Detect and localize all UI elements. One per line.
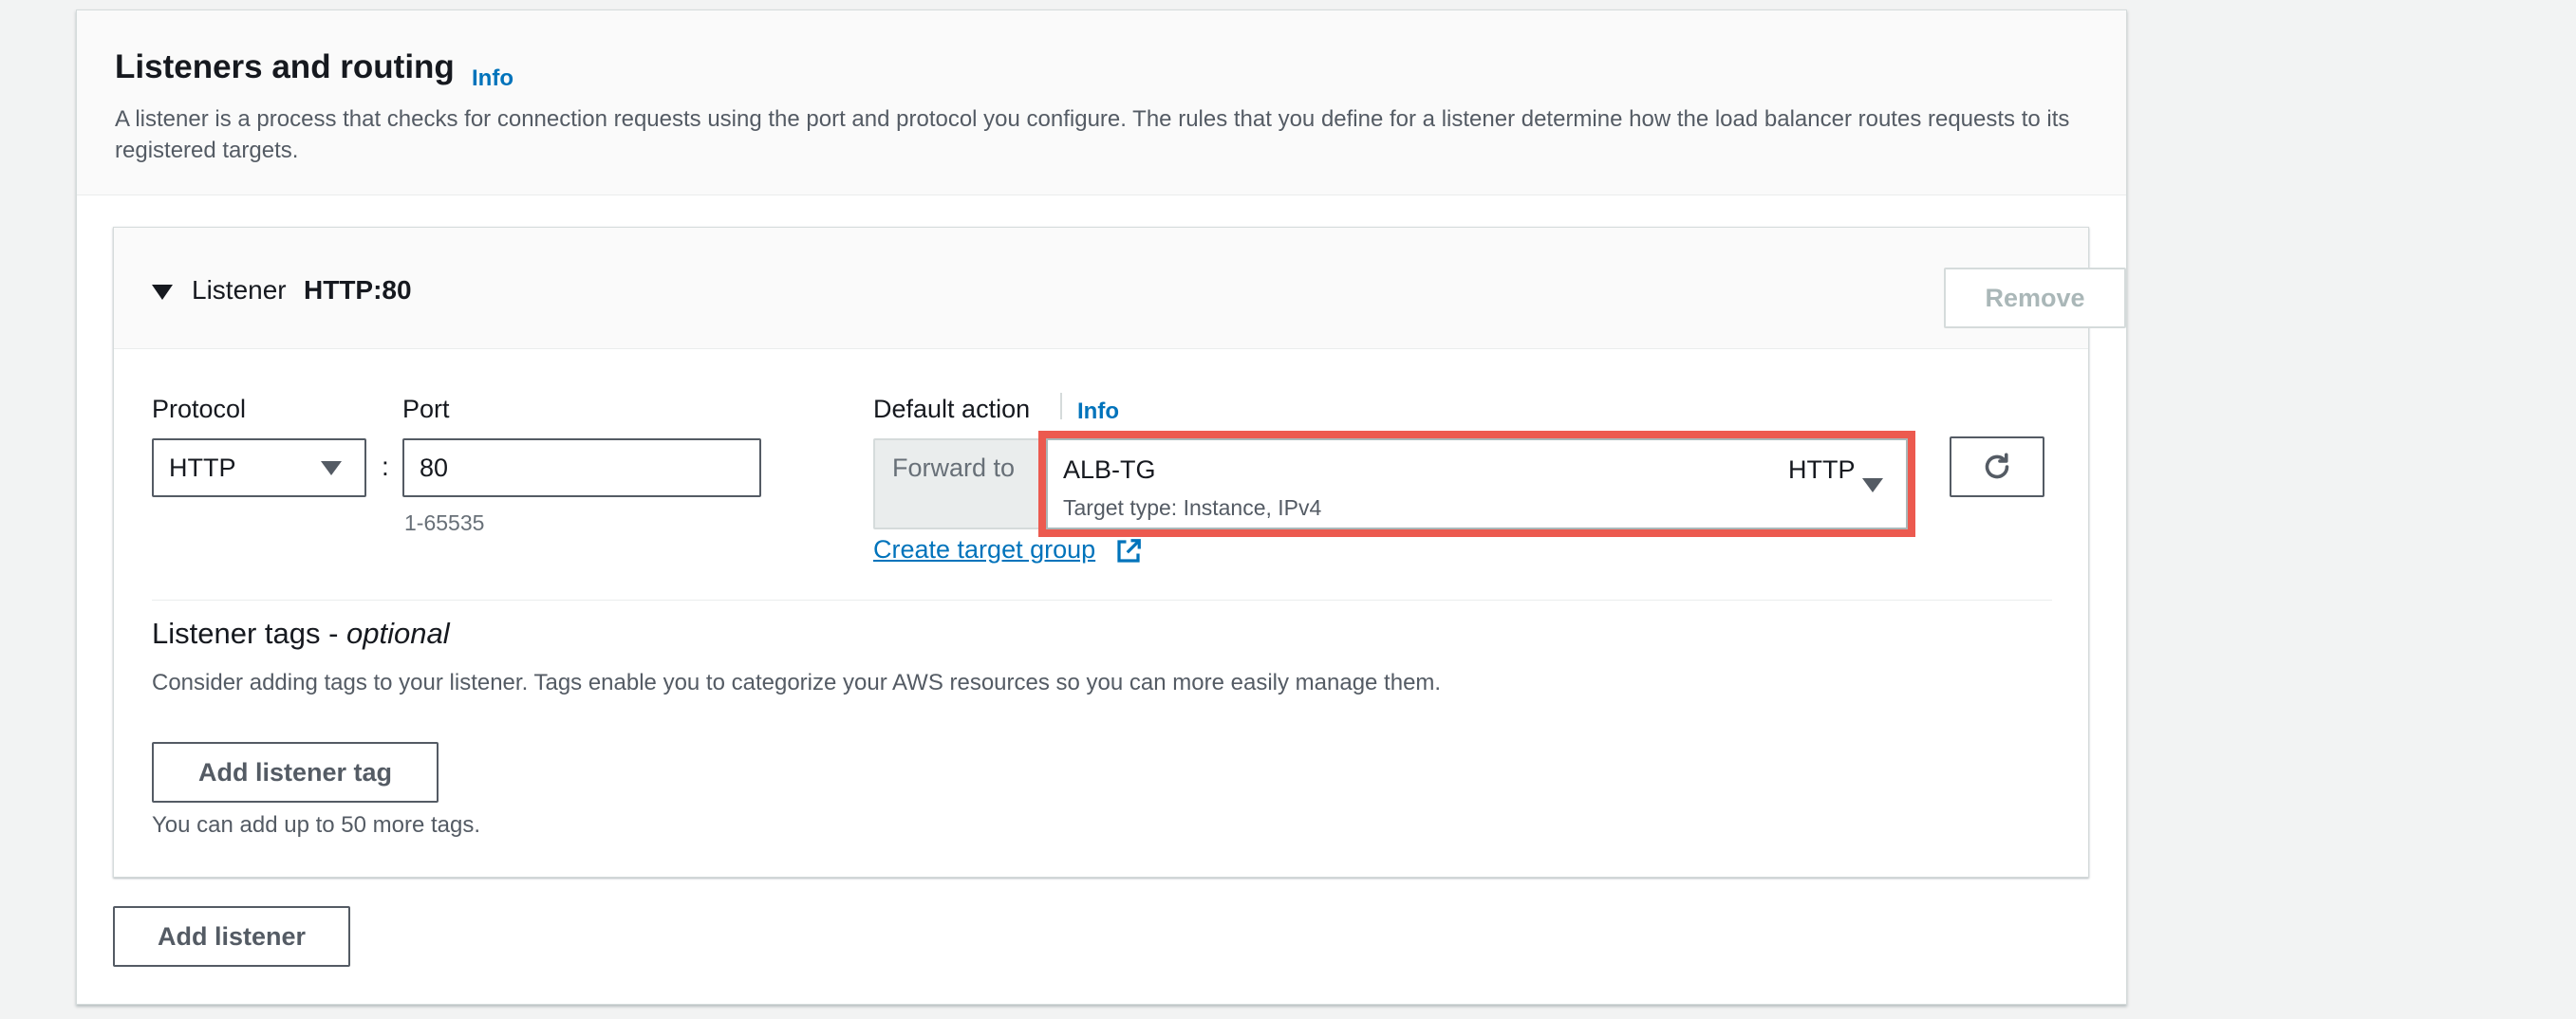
listener-section-divider (152, 600, 2052, 601)
dropdown-triangle-icon (321, 461, 342, 475)
listener-tags-title-text: Listener tags - (152, 617, 347, 650)
listener-tags-title: Listener tags - optional (152, 617, 450, 651)
remove-listener-button[interactable]: Remove (1944, 268, 2126, 328)
panel-header: Listeners and routing Info A listener is… (77, 10, 2126, 195)
default-action-label: Default action (873, 395, 1031, 423)
port-label: Port (402, 395, 450, 423)
dropdown-triangle-icon (1862, 478, 1883, 492)
section-title: Listeners and routing (115, 48, 455, 85)
section-info-link[interactable]: Info (472, 65, 513, 92)
protocol-select[interactable]: HTTP (152, 438, 366, 497)
forward-to-label: Forward to (892, 454, 1016, 482)
protocol-label: Protocol (152, 395, 247, 423)
forward-to-label-box: Forward to (873, 438, 1046, 529)
listener-card: Listener HTTP:80 Remove Protocol HTTP : … (113, 227, 2126, 878)
refresh-button[interactable] (1950, 436, 2044, 497)
protocol-select-value: HTTP (169, 453, 236, 482)
tags-limit-text: You can add up to 50 more tags. (152, 812, 481, 838)
refresh-icon (1985, 453, 2009, 479)
listener-heading-label: Listener (192, 275, 287, 305)
listener-tags-optional: optional (346, 617, 450, 650)
target-group-select[interactable]: ALB-TG HTTP Target type: Instance, IPv4 (1038, 431, 1915, 537)
port-range-hint: 1-65535 (404, 510, 485, 535)
create-target-group-link[interactable]: Create target group (873, 535, 1095, 565)
target-group-name: ALB-TG (1063, 455, 1156, 484)
listener-card-header[interactable]: Listener HTTP:80 Remove (114, 228, 2126, 349)
target-group-protocol: HTTP (1788, 455, 1856, 484)
protocol-port-separator: : (382, 452, 389, 481)
add-listener-button[interactable]: Add listener (113, 906, 350, 967)
port-input[interactable]: 80 (402, 438, 761, 497)
listener-tags-description: Consider adding tags to your listener. T… (152, 670, 1442, 695)
port-input-value: 80 (420, 453, 449, 482)
target-group-type: Target type: Instance, IPv4 (1063, 495, 1322, 520)
section-description: A listener is a process that checks for … (115, 106, 2070, 163)
listeners-and-routing-panel: Listeners and routing Info A listener is… (76, 9, 2127, 1005)
default-action-info-link[interactable]: Info (1077, 398, 1119, 425)
label-separator (1060, 393, 1062, 419)
caret-down-icon[interactable] (152, 285, 173, 300)
external-link-icon[interactable] (1114, 537, 1143, 565)
listener-heading-value: HTTP:80 (304, 275, 412, 305)
add-listener-tag-button[interactable]: Add listener tag (152, 742, 439, 803)
